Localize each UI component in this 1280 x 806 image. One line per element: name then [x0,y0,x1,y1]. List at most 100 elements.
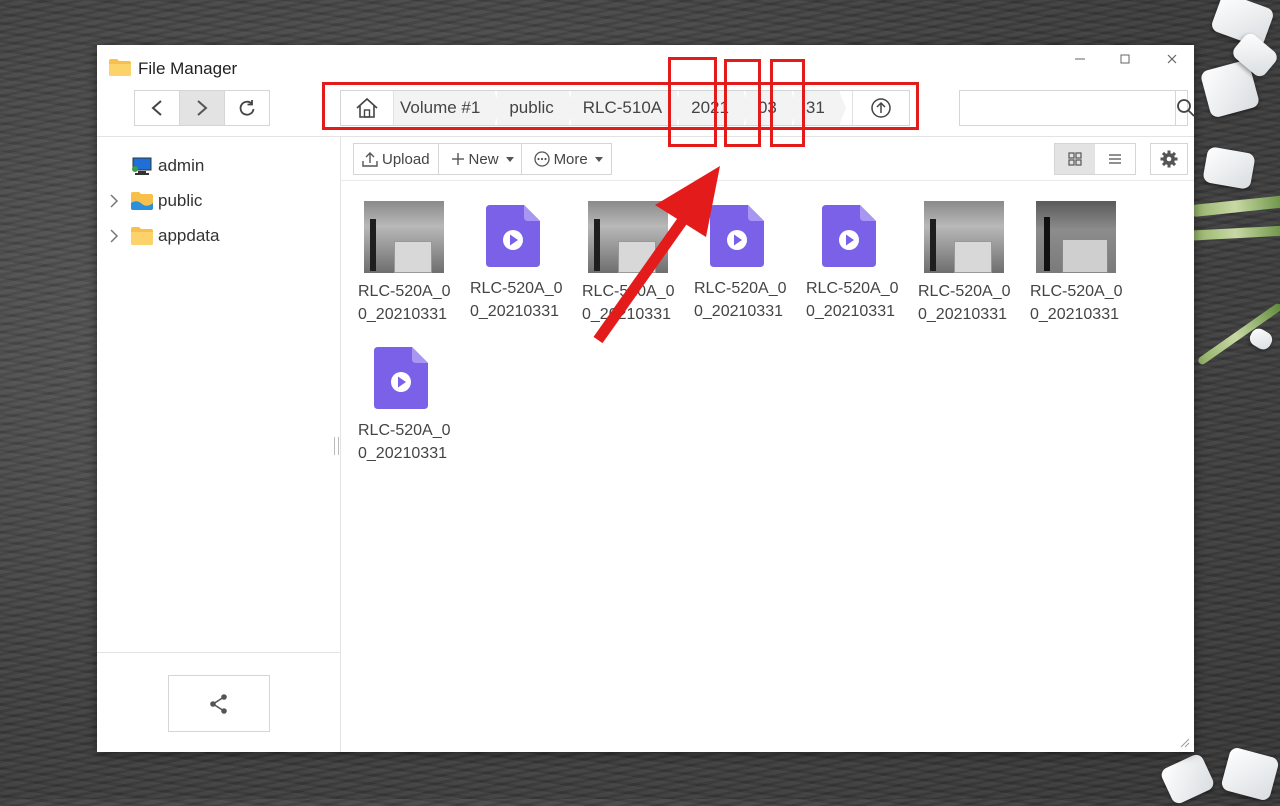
file-name-line: RLC-520A_0 [582,283,675,300]
settings-button[interactable] [1150,143,1188,175]
annotation-box-day [770,59,805,147]
more-icon [533,151,550,167]
file-manager-window: File Manager Volume #1 public RLC-510A 2… [97,45,1195,752]
user-computer-icon [132,157,152,175]
file-item[interactable]: RLC-520A_0 0_20210331 [579,201,679,326]
thumbnail-object [394,241,432,273]
view-mode-toggle [1054,143,1136,175]
file-name-line: 0_20210331 [918,306,1007,323]
minimize-button[interactable] [1065,51,1095,71]
folder-icon [131,227,153,245]
file-item[interactable]: RLC-520A_0 0_20210331 [467,201,567,326]
file-name-line: RLC-520A_0 [1030,283,1123,300]
chevron-right-icon [197,100,208,116]
sidebar-item-label: appdata [158,226,220,245]
file-name-line: 0_20210331 [694,303,783,320]
chevron-left-icon [151,100,162,116]
file-item[interactable]: RLC-520A_0 0_20210331 [1027,201,1127,326]
refresh-button[interactable] [225,91,269,125]
plus-icon [451,153,464,165]
file-item[interactable]: RLC-520A_0 0_20210331 [355,201,455,326]
video-file-icon [486,205,540,267]
close-button[interactable] [1157,51,1187,71]
file-name: RLC-520A_0 0_20210331 [1030,280,1142,326]
new-button[interactable]: New [439,144,522,174]
file-name: RLC-520A_0 0_20210331 [358,280,470,326]
file-name-line: 0_20210331 [1030,306,1119,323]
thumbnail-object [594,219,600,271]
resize-grip-icon[interactable] [1178,736,1190,748]
upload-icon [362,152,378,167]
sidebar-resize-handle[interactable] [334,437,339,455]
list-icon [1109,154,1121,164]
file-item[interactable]: RLC-520A_0 0_20210331 [355,343,455,468]
file-item[interactable]: RLC-520A_0 0_20210331 [915,201,1015,326]
sidebar-item-label: public [158,191,203,210]
thumbnail-object [370,219,376,271]
herb-sprig-decoration [1189,225,1280,241]
share-icon [210,693,227,714]
chevron-right-icon[interactable] [109,194,119,208]
search-icon [1177,99,1195,117]
more-button[interactable]: More [522,144,611,174]
video-file-icon [374,347,428,409]
annotation-box-path [322,82,919,130]
sidebar-item-appdata[interactable]: appdata [97,221,340,251]
caret-down-icon [594,156,603,162]
thumbnail-object [1062,239,1108,273]
chevron-right-icon[interactable] [109,229,119,243]
sidebar: admin public appdata [97,137,341,752]
search-box [959,90,1195,126]
sidebar-divider [97,652,340,653]
sidebar-item-admin[interactable]: admin [97,151,340,181]
upload-label: Upload [382,150,430,168]
image-thumbnail [924,201,1004,273]
share-button[interactable] [168,675,270,732]
file-name: RLC-520A_0 0_20210331 [918,280,1030,326]
file-name-line: RLC-520A_0 [358,422,451,439]
gear-icon [1160,150,1178,168]
sidebar-item-label: admin [158,156,205,175]
sidebar-item-public[interactable]: public [97,186,340,216]
file-name-line: RLC-520A_0 [694,280,787,297]
file-item[interactable]: RLC-520A_0 0_20210331 [691,201,791,326]
upload-button[interactable]: Upload [354,144,439,174]
file-name: RLC-520A_0 0_20210331 [358,419,470,465]
navigation-buttons [134,90,270,126]
file-name-line: 0_20210331 [582,306,671,323]
file-name-line: 0_20210331 [470,303,559,320]
file-name-line: 0_20210331 [358,306,447,323]
video-file-icon [822,205,876,267]
list-view-button[interactable] [1095,144,1135,174]
action-toolbar: Upload New More [353,143,612,175]
grid-view-button[interactable] [1055,144,1095,174]
maximize-button[interactable] [1110,51,1140,71]
search-input[interactable] [960,91,1175,125]
file-name-line: RLC-520A_0 [918,283,1011,300]
file-name-line: RLC-520A_0 [470,280,563,297]
minimize-icon [1075,58,1085,60]
video-file-icon [710,205,764,267]
search-button[interactable] [1175,91,1196,125]
maximize-icon [1120,54,1130,64]
caret-down-icon [505,156,514,162]
image-thumbnail [1036,201,1116,273]
refresh-icon [239,100,255,116]
back-button[interactable] [135,91,180,125]
thumbnail-object [618,241,656,273]
herb-sprig-decoration [1189,194,1280,218]
file-name: RLC-520A_0 0_20210331 [806,277,918,323]
file-name: RLC-520A_0 0_20210331 [582,280,694,326]
more-label: More [553,150,588,168]
file-name-line: 0_20210331 [358,445,447,462]
file-name: RLC-520A_0 0_20210331 [470,277,582,323]
image-thumbnail [588,201,668,273]
toolbar-divider [340,180,1194,181]
folder-icon [109,59,131,76]
file-item[interactable]: RLC-520A_0 0_20210331 [803,201,903,326]
file-name-line: RLC-520A_0 [806,280,899,297]
image-thumbnail [364,201,444,273]
file-name-line: 0_20210331 [806,303,895,320]
shared-folder-icon [131,192,153,210]
forward-button[interactable] [180,91,225,125]
